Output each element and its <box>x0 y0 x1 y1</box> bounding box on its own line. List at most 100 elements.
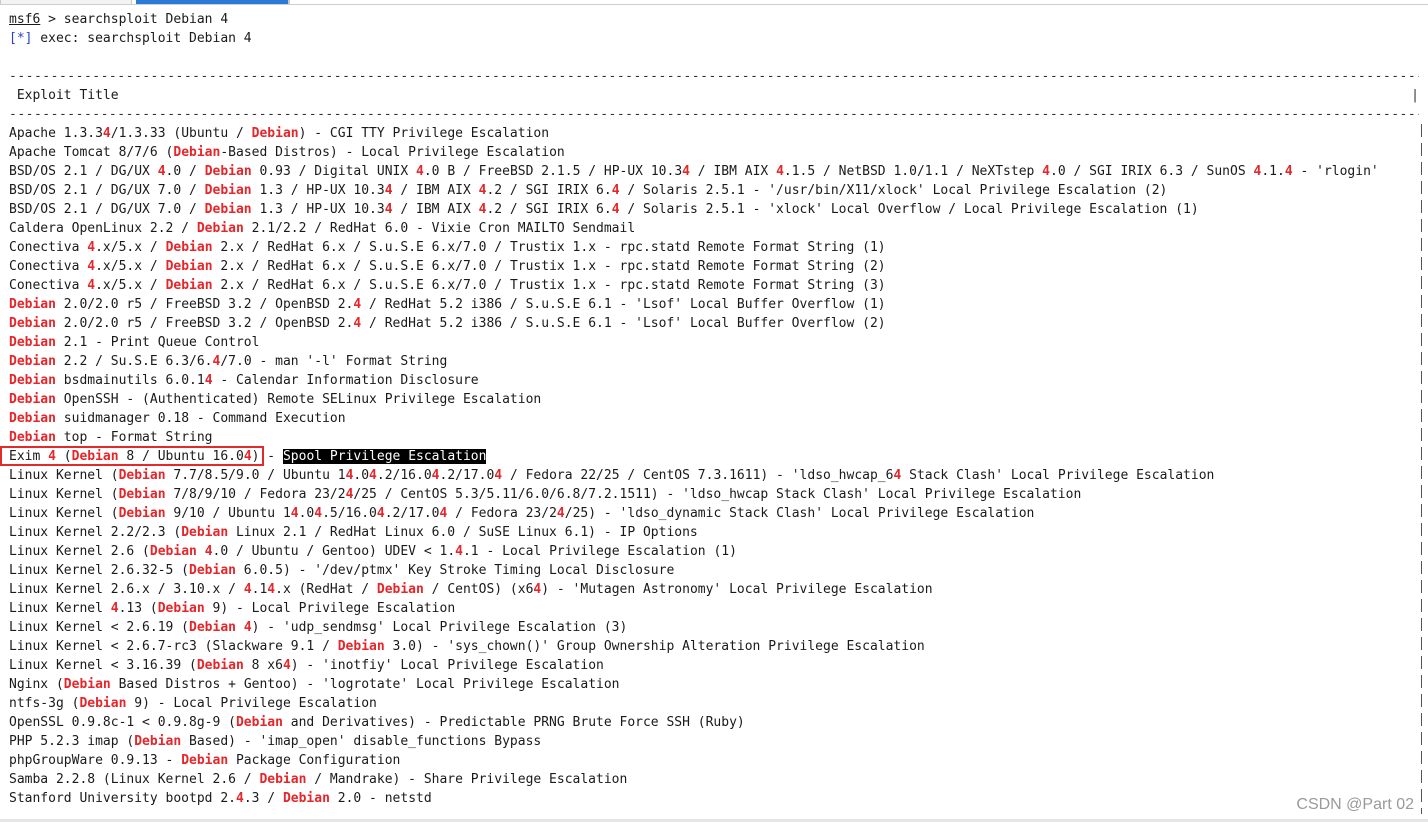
exploit-row[interactable]: Nginx (Debian Based Distros + Gentoo) - … <box>9 675 1427 694</box>
row-text: 2.0 - netstd <box>329 791 432 806</box>
table-header-edge: | <box>1411 88 1419 103</box>
row-text: Apache Tomcat 8/7/6 ( <box>9 145 174 160</box>
exploit-row[interactable]: Conectiva 4.x/5.x / Debian 2.x / RedHat … <box>9 257 1427 276</box>
row-text: / IBM AIX <box>689 164 777 179</box>
match-highlight: 4 <box>204 544 213 559</box>
row-text: 0.93 / Digital UNIX <box>251 164 417 179</box>
exec-line: [*] exec: searchsploit Debian 4 <box>9 29 1427 48</box>
row-text: Linux Kernel 2.2/2.3 ( <box>9 525 182 540</box>
match-highlight: Debian <box>204 202 252 217</box>
row-text: .1 - Local Privilege Escalation (1) <box>462 544 737 559</box>
match-highlight: 4 <box>1042 164 1050 179</box>
match-highlight: Debian <box>165 259 213 274</box>
row-text: .1. <box>1261 164 1285 179</box>
row-text: Package Configuration <box>228 753 401 768</box>
exploit-row[interactable]: Debian OpenSSH - (Authenticated) Remote … <box>9 390 1427 409</box>
exploit-row[interactable]: Linux Kernel < 2.6.7-rc3 (Slackware 9.1 … <box>9 637 1427 656</box>
exploit-row[interactable]: Linux Kernel 2.6 (Debian 4.0 / Ubuntu / … <box>9 542 1427 561</box>
terminal-output[interactable]: msf6 > searchsploit Debian 4 [*] exec: s… <box>9 10 1427 808</box>
exploit-row[interactable]: Linux Kernel 2.6.x / 3.10.x / 4.14.x (Re… <box>9 580 1427 599</box>
exploit-row[interactable]: Exim 4 (Debian 8 / Ubuntu 16.04) - Spool… <box>9 447 1427 466</box>
row-text: suidmanager 0.18 - Command Execution <box>55 411 346 426</box>
match-highlight: 4 <box>110 601 119 616</box>
row-text: /1.3.33 (Ubuntu / <box>110 126 252 141</box>
row-text: Linux Kernel < 2.6.19 ( <box>9 620 190 635</box>
exploit-row[interactable]: Linux Kernel 2.6.32-5 (Debian 6.0.5) - '… <box>9 561 1427 580</box>
row-text: / Fedora 23/2 <box>447 506 557 521</box>
match-highlight: 4 <box>376 506 385 521</box>
row-text: Linux Kernel ( <box>9 506 119 521</box>
match-highlight: 4 <box>369 468 377 483</box>
exploit-row[interactable]: Linux Kernel < 2.6.19 (Debian 4) - 'udp_… <box>9 618 1427 637</box>
row-text: 8 / Ubuntu 16.0 <box>118 449 244 464</box>
exploit-row[interactable]: Linux Kernel 2.2/2.3 (Debian Linux 2.1 /… <box>9 523 1427 542</box>
exploit-row[interactable]: Conectiva 4.x/5.x / Debian 2.x / RedHat … <box>9 276 1427 295</box>
row-text: /7.0 - man '-l' Format String <box>220 354 448 369</box>
match-highlight: 4 <box>204 373 213 388</box>
exploit-row[interactable]: phpGroupWare 0.9.13 - Debian Package Con… <box>9 751 1427 770</box>
exploit-row[interactable]: Conectiva 4.x/5.x / Debian 2.x / RedHat … <box>9 238 1427 257</box>
row-text: / Solaris 2.5.1 - 'xlock' Local Overflow… <box>619 202 1199 217</box>
row-text: 2.0/2.0 r5 / FreeBSD 3.2 / OpenBSD 2. <box>55 316 354 331</box>
match-highlight: Debian <box>337 639 385 654</box>
row-text: / IBM AIX <box>392 202 479 217</box>
exploit-row[interactable]: Debian 2.0/2.0 r5 / FreeBSD 3.2 / OpenBS… <box>9 295 1427 314</box>
row-text: 2.x / RedHat 6.x / S.u.S.E 6.x/7.0 / Tru… <box>212 240 886 255</box>
match-highlight: Debian <box>196 221 244 236</box>
exploit-row[interactable]: Linux Kernel (Debian 9/10 / Ubuntu 14.04… <box>9 504 1427 523</box>
exploit-row[interactable]: Stanford University bootpd 2.4.3 / Debia… <box>9 789 1427 808</box>
row-text: BSD/OS 2.1 / DG/UX 7.0 / <box>9 202 205 217</box>
row-text: Linux Kernel <box>9 601 111 616</box>
row-text: .2 / SGI IRIX 6. <box>486 183 612 198</box>
exploit-row[interactable]: Linux Kernel < 3.16.39 (Debian 8 x64) - … <box>9 656 1427 675</box>
match-highlight: Debian <box>9 373 56 388</box>
exec-text: exec: searchsploit Debian 4 <box>32 31 252 46</box>
match-highlight: 4 <box>102 126 111 141</box>
exploit-row[interactable]: BSD/OS 2.1 / DG/UX 7.0 / Debian 1.3 / HP… <box>9 200 1427 219</box>
row-text: 2.0/2.0 r5 / FreeBSD 3.2 / OpenBSD 2. <box>55 297 354 312</box>
exploit-row[interactable]: Linux Kernel (Debian 7/8/9/10 / Fedora 2… <box>9 485 1427 504</box>
exploit-row[interactable]: BSD/OS 2.1 / DG/UX 7.0 / Debian 1.3 / HP… <box>9 181 1427 200</box>
row-text: Conectiva <box>9 259 88 274</box>
row-text: Samba 2.2.8 (Linux Kernel 2.6 / <box>9 772 260 787</box>
exploit-row[interactable]: Debian 2.0/2.0 r5 / FreeBSD 3.2 / OpenBS… <box>9 314 1427 333</box>
row-text: 7/8/9/10 / Fedora 23/2 <box>165 487 346 502</box>
row-text <box>197 544 205 559</box>
match-highlight: 4 <box>384 183 393 198</box>
exploit-row[interactable]: ntfs-3g (Debian 9) - Local Privilege Esc… <box>9 694 1427 713</box>
exploit-row[interactable]: Linux Kernel 4.13 (Debian 9) - Local Pri… <box>9 599 1427 618</box>
prompt-name: msf6 <box>9 12 41 27</box>
match-highlight: 4 <box>243 449 252 464</box>
match-highlight: 4 <box>243 582 252 597</box>
exploit-row[interactable]: Debian bsdmainutils 6.0.14 - Calendar In… <box>9 371 1427 390</box>
exploit-row[interactable]: BSD/OS 2.1 / DG/UX 4.0 / Debian 0.93 / D… <box>9 162 1427 181</box>
row-text: .1 <box>251 582 268 597</box>
row-text: Caldera OpenLinux 2.2 / <box>9 221 197 236</box>
match-highlight: Debian <box>9 411 56 426</box>
exploit-row[interactable]: Caldera OpenLinux 2.2 / Debian 2.1/2.2 /… <box>9 219 1427 238</box>
exploit-row[interactable]: Samba 2.2.8 (Linux Kernel 2.6 / Debian /… <box>9 770 1427 789</box>
exploit-row[interactable]: Apache 1.3.34/1.3.33 (Ubuntu / Debian) -… <box>9 124 1427 143</box>
row-text: 9/10 / Ubuntu 1 <box>165 506 291 521</box>
row-text: OpenSSH - (Authenticated) Remote SELinux… <box>55 392 542 407</box>
row-text: .0 <box>353 468 370 483</box>
row-text: 9) - Local Privilege Escalation <box>204 601 456 616</box>
exploit-row[interactable]: Debian suidmanager 0.18 - Command Execut… <box>9 409 1427 428</box>
exploit-row[interactable]: OpenSSL 0.9.8c-1 < 0.9.8g-9 (Debian and … <box>9 713 1427 732</box>
row-text: .13 ( <box>118 601 158 616</box>
exploit-row[interactable]: Debian top - Format String <box>9 428 1427 447</box>
match-highlight: Debian <box>118 506 166 521</box>
exploit-row[interactable]: Linux Kernel (Debian 7.7/8.5/9.0 / Ubunt… <box>9 466 1427 485</box>
match-highlight: 4 <box>235 791 244 806</box>
row-text: ( <box>55 449 72 464</box>
row-text: BSD/OS 2.1 / DG/UX 7.0 / <box>9 183 205 198</box>
exploit-row[interactable]: PHP 5.2.3 imap (Debian Based) - 'imap_op… <box>9 732 1427 751</box>
row-text: .2/16.0 <box>376 468 432 483</box>
row-text: .0 / <box>165 164 205 179</box>
match-highlight: 4 <box>416 164 424 179</box>
exploit-row[interactable]: Debian 2.1 - Print Queue Control <box>9 333 1427 352</box>
match-highlight: 4 <box>455 544 463 559</box>
exploit-row[interactable]: Apache Tomcat 8/7/6 (Debian-Based Distro… <box>9 143 1427 162</box>
row-text: .2/17.0 <box>384 506 440 521</box>
exploit-row[interactable]: Debian 2.2 / Su.S.E 6.3/6.4/7.0 - man '-… <box>9 352 1427 371</box>
